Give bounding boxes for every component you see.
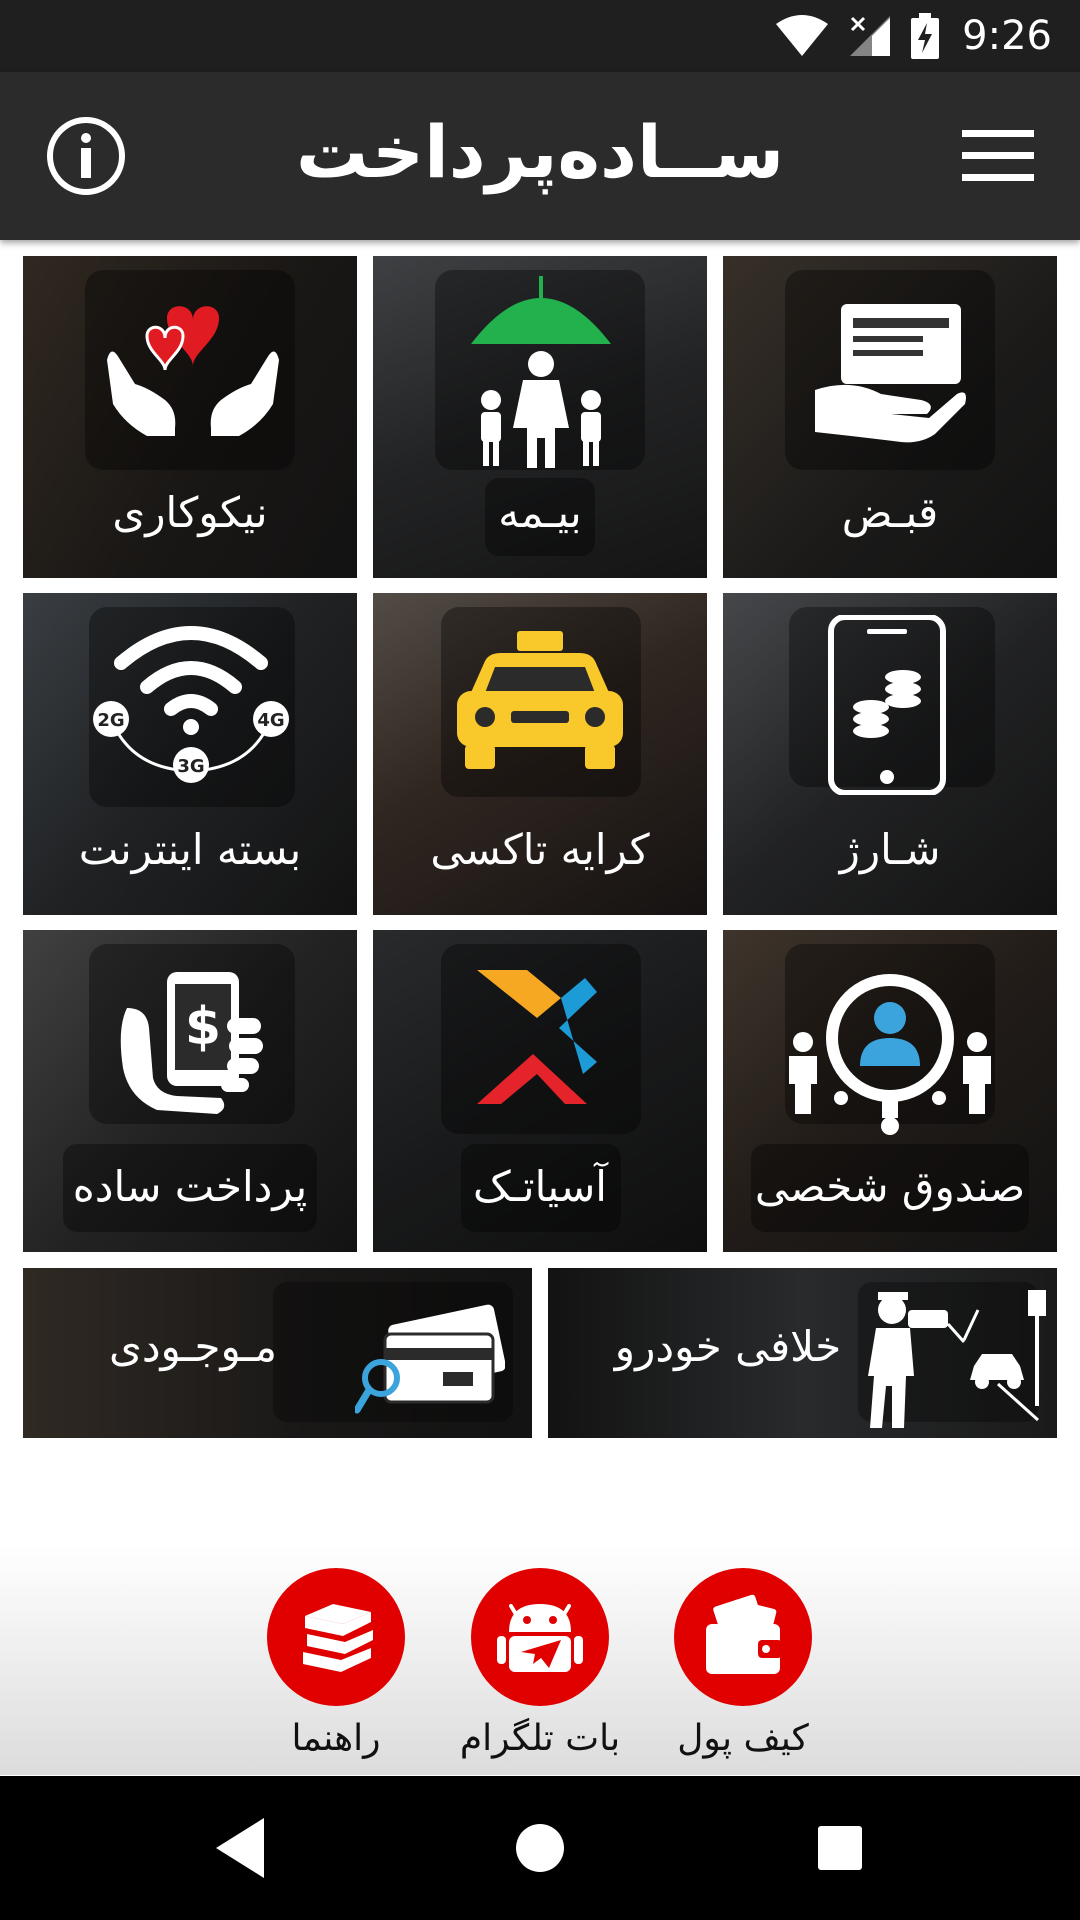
tile-simple-payment[interactable]: $ پرداخت ساده — [23, 930, 357, 1252]
tile-insurance[interactable]: بیـمه — [373, 256, 707, 578]
tile-insurance-label: بیـمه — [498, 488, 582, 537]
umbrella-family-icon — [461, 268, 621, 472]
home-button[interactable] — [500, 1808, 580, 1888]
tile-car-fines-label: خلافی خودرو — [614, 1322, 842, 1371]
back-icon — [216, 1818, 264, 1878]
tile-balance[interactable]: مـوجـودی — [23, 1268, 532, 1438]
traffic-police-icon — [848, 1280, 1048, 1434]
system-nav-bar — [0, 1776, 1080, 1920]
back-button[interactable] — [200, 1808, 280, 1888]
home-icon — [516, 1824, 564, 1872]
status-time: 9:26 — [962, 13, 1052, 59]
taxi-icon — [455, 631, 625, 775]
telegram-bot-label: بات تلگرام — [459, 1718, 621, 1759]
no-signal-icon — [848, 14, 892, 58]
menu-button[interactable] — [962, 130, 1034, 182]
hand-phone-dollar-icon: $ — [117, 968, 267, 1122]
card-magnifier-icon — [353, 1300, 506, 1424]
tile-personal-fund-label: صندوق شخصی — [754, 1162, 1026, 1211]
status-bar: 9:26 — [0, 0, 1080, 72]
battery-charging-icon — [910, 13, 940, 59]
tile-bill[interactable]: قبـض — [723, 256, 1057, 578]
tile-balance-label: مـوجـودی — [108, 1322, 278, 1371]
tile-simple-payment-label: پرداخت ساده — [72, 1162, 308, 1211]
tile-asiatech-label: آسیاتـک — [473, 1162, 607, 1211]
tile-charge[interactable]: شـارژ — [723, 593, 1057, 915]
tile-charity[interactable]: نیکوکاری — [23, 256, 357, 578]
tile-asiatech[interactable]: آسیاتـک — [373, 930, 707, 1252]
wifi-2g-3g-4g-icon: 2G 3G 4G — [91, 623, 291, 787]
tile-personal-fund[interactable]: صندوق شخصی — [723, 930, 1057, 1252]
hamburger-menu-icon — [962, 130, 1034, 181]
recents-icon — [818, 1826, 862, 1870]
svg-text:2G: 2G — [97, 710, 124, 731]
hands-heart-icon — [105, 300, 281, 444]
tile-internet-package[interactable]: 2G 3G 4G بسته اینترنت — [23, 593, 357, 915]
telegram-bot-button[interactable] — [471, 1568, 609, 1706]
wallet-icon — [706, 1594, 782, 1674]
tile-charity-label: نیکوکاری — [112, 488, 268, 537]
books-icon — [303, 1604, 373, 1672]
tile-charge-label: شـارژ — [839, 825, 941, 874]
people-target-icon — [785, 966, 995, 1140]
tile-internet-package-label: بسته اینترنت — [78, 825, 302, 874]
wallet-button[interactable] — [674, 1568, 812, 1706]
svg-text:4G: 4G — [257, 710, 284, 731]
app-bar: ســاده‌پرداخت — [0, 72, 1080, 240]
wifi-icon — [774, 14, 830, 58]
recents-button[interactable] — [800, 1808, 880, 1888]
android-telegram-icon — [497, 1604, 583, 1672]
guide-label: راهنما — [291, 1718, 381, 1759]
tile-bill-label: قبـض — [841, 488, 939, 537]
guide-button[interactable] — [267, 1568, 405, 1706]
phone-coins-icon — [827, 614, 947, 799]
bill-hand-icon — [811, 294, 971, 458]
app-title: ســاده‌پرداخت — [295, 110, 785, 194]
svg-text:$: $ — [185, 997, 221, 1057]
tile-car-fines[interactable]: خلافی خودرو — [548, 1268, 1057, 1438]
tile-taxi-fare[interactable]: کرایه تاکسی — [373, 593, 707, 915]
asiatech-logo-icon — [477, 970, 597, 1114]
svg-text:3G: 3G — [177, 756, 204, 777]
tile-taxi-fare-label: کرایه تاکسی — [430, 825, 650, 874]
wallet-label: کیف پول — [677, 1718, 809, 1759]
